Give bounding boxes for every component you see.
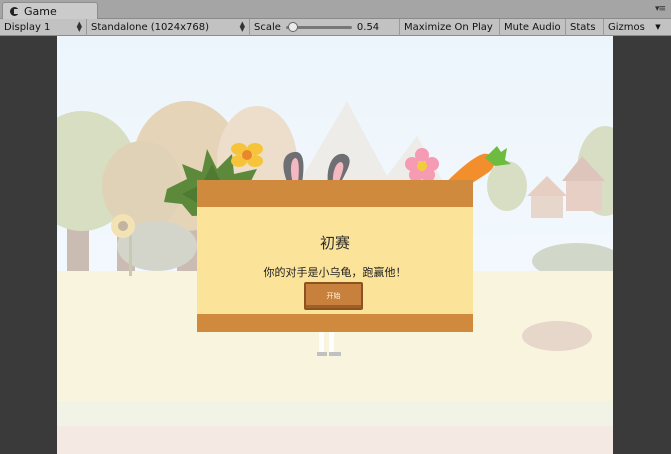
rabbit-ears-decoration: [283, 151, 350, 184]
scale-control: Scale 0.54: [250, 18, 400, 36]
scale-label: Scale: [254, 21, 281, 33]
resolution-dropdown-label: Standalone (1024x768): [91, 21, 210, 33]
dialog-message: 你的对手是小乌龟，跑赢他！: [263, 266, 407, 279]
unity-game-window: Game ▾≡ Display 1 ▲ ▼ Standalone (1024x76…: [0, 0, 671, 454]
yellow-flower-decoration: [231, 143, 263, 167]
resolution-dropdown[interactable]: Standalone (1024x768) ▲ ▼: [87, 18, 250, 36]
gizmos-dropdown[interactable]: Gizmos ▼: [604, 19, 664, 36]
window-menu-icon[interactable]: ▾≡: [655, 4, 667, 14]
tab-game-label: Game: [24, 4, 57, 18]
display-dropdown-label: Display 1: [4, 21, 51, 33]
maximize-on-play-toggle[interactable]: Maximize On Play: [400, 18, 500, 36]
game-icon: [9, 6, 20, 17]
game-toolbar: Display 1 ▲ ▼ Standalone (1024x768) ▲ ▼ Sc…: [0, 18, 671, 36]
stats-label: Stats: [570, 21, 596, 33]
scale-slider[interactable]: [285, 21, 352, 32]
mute-audio-label: Mute Audio: [504, 21, 561, 33]
game-viewport[interactable]: 初赛 你的对手是小乌龟，跑赢他！ 开始: [57, 36, 613, 454]
mute-audio-toggle[interactable]: Mute Audio: [500, 18, 566, 36]
scale-value: 0.54: [356, 21, 380, 33]
tab-bar: Game ▾≡: [0, 0, 671, 19]
stats-toggle[interactable]: Stats: [566, 18, 604, 36]
dropdown-arrows-icon: ▲ ▼: [239, 20, 245, 33]
start-button-label: 开始: [326, 292, 341, 300]
gizmos-arrow-icon: ▼: [655, 23, 661, 31]
dialog-footer-bar: [197, 314, 473, 332]
dialog-title: 初赛: [319, 234, 350, 252]
gizmos-label: Gizmos: [608, 21, 645, 33]
dropdown-arrows-icon: ▲ ▼: [76, 20, 82, 33]
dialog-header-bar: [197, 180, 473, 207]
display-dropdown[interactable]: Display 1 ▲ ▼: [0, 18, 87, 36]
tab-game[interactable]: Game: [2, 2, 98, 19]
maximize-on-play-label: Maximize On Play: [404, 21, 493, 33]
match-dialog: 初赛 你的对手是小乌龟，跑赢他！ 开始: [197, 180, 473, 332]
start-button[interactable]: 开始: [304, 282, 363, 310]
scale-slider-knob[interactable]: [288, 21, 299, 32]
